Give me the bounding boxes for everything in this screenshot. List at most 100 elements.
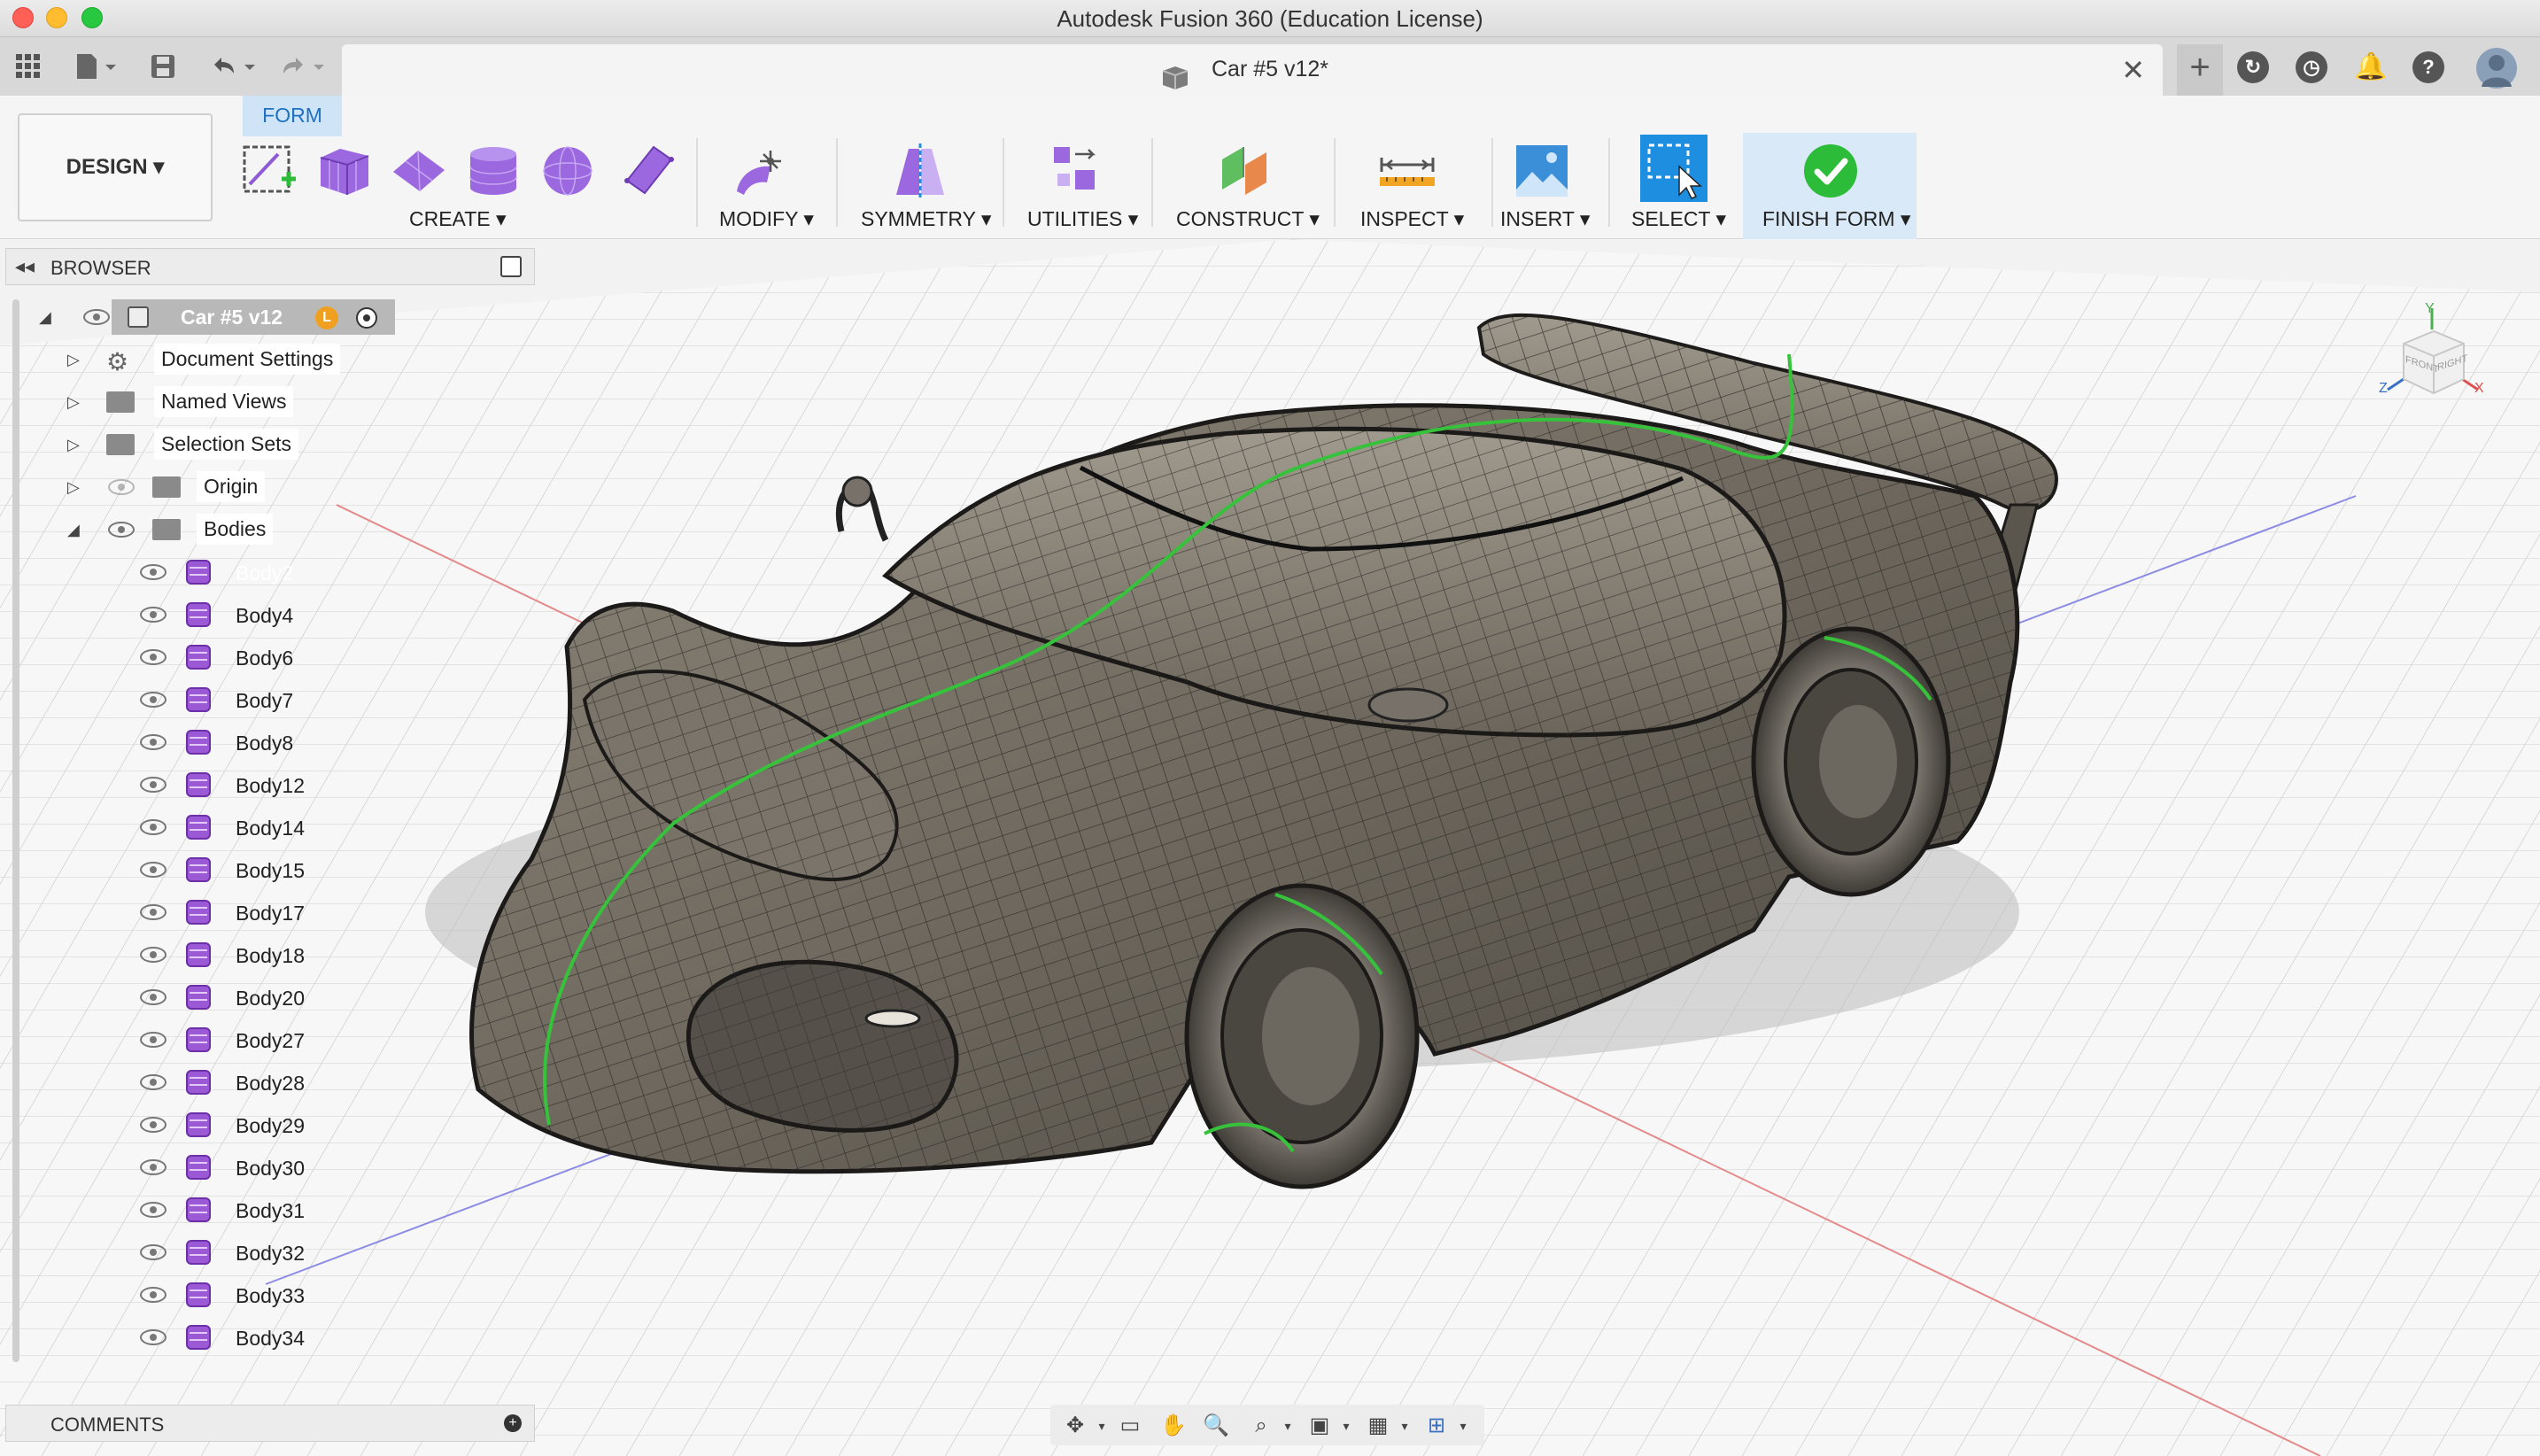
look-at-icon[interactable]: ▭ — [1118, 1413, 1142, 1438]
redo-icon[interactable] — [275, 49, 331, 84]
chevron-down-icon[interactable]: ▾ — [1392, 1413, 1417, 1438]
zoom-icon[interactable]: 🔍 — [1203, 1413, 1229, 1438]
construct-menu[interactable]: CONSTRUCT ▾ — [1176, 207, 1320, 231]
body-row[interactable]: Body28 — [133, 1065, 328, 1100]
browser-item-selection-sets[interactable]: ▷ Selection Sets — [62, 427, 363, 462]
visibility-eye-icon[interactable] — [140, 819, 166, 835]
body-row[interactable]: Body27 — [133, 1022, 328, 1057]
create-sketch-icon[interactable] — [239, 140, 301, 202]
body-row[interactable]: Body20 — [133, 980, 328, 1015]
measure-icon[interactable] — [1376, 140, 1438, 202]
symmetry-icon[interactable] — [889, 140, 951, 202]
body-row[interactable]: Body32 — [133, 1235, 328, 1270]
browser-item-named-views[interactable]: ▷ Named Views — [62, 384, 363, 420]
chevron-down-icon[interactable]: ▾ — [1089, 1413, 1114, 1438]
notifications-bell-icon[interactable]: 🔔 — [2354, 51, 2387, 83]
plane-icon[interactable] — [388, 140, 450, 202]
pan-hand-icon[interactable]: ✋ — [1160, 1413, 1187, 1438]
fit-zoom-icon[interactable]: ⌕ — [1249, 1413, 1274, 1438]
add-comment-icon[interactable]: + — [504, 1414, 522, 1432]
app-grid-icon[interactable] — [12, 49, 44, 84]
face-icon[interactable] — [618, 140, 680, 202]
select-menu[interactable]: SELECT ▾ — [1631, 207, 1726, 231]
help-icon[interactable]: ? — [2412, 51, 2444, 83]
user-avatar[interactable] — [2476, 48, 2517, 89]
orbit-icon[interactable]: ✥ — [1063, 1413, 1088, 1438]
visibility-eye-icon[interactable] — [140, 1032, 166, 1048]
browser-minimize-button[interactable] — [500, 256, 522, 277]
chevron-down-icon[interactable]: ▾ — [1451, 1413, 1475, 1438]
undo-icon[interactable] — [205, 49, 262, 84]
body-row[interactable]: Body8 — [133, 724, 328, 760]
save-icon[interactable] — [145, 49, 181, 84]
visibility-eye-icon[interactable] — [140, 1074, 166, 1090]
close-tab-icon[interactable]: ✕ — [2121, 53, 2145, 87]
viewcube[interactable]: Y Z X FRONT RIGHT — [2379, 301, 2485, 411]
body-row[interactable]: Body18 — [133, 937, 328, 972]
visibility-eye-icon[interactable] — [140, 692, 166, 708]
body-row[interactable]: Body12 — [133, 767, 328, 802]
browser-root-node[interactable]: ◢ Car #5 v12 L — [35, 299, 399, 335]
job-status-icon[interactable]: ↻ — [2237, 51, 2269, 83]
chevron-down-icon[interactable]: ▾ — [1275, 1413, 1300, 1438]
chevron-down-icon[interactable]: ▾ — [1334, 1413, 1359, 1438]
collapse-panel-icon[interactable]: ◂◂ — [15, 255, 35, 278]
hidden-eye-icon[interactable] — [108, 479, 135, 495]
construct-plane-icon[interactable] — [1213, 140, 1275, 202]
visibility-eye-icon[interactable] — [140, 1329, 166, 1345]
body-row[interactable]: Body2 — [133, 554, 328, 590]
visibility-eye-icon[interactable] — [140, 777, 166, 793]
visibility-eye-icon[interactable] — [140, 1287, 166, 1303]
insert-image-icon[interactable] — [1511, 140, 1573, 202]
visibility-eye-icon[interactable] — [108, 522, 135, 538]
expand-arrow-icon[interactable]: ▷ — [67, 393, 80, 412]
viewport-canvas[interactable] — [0, 239, 2540, 1456]
utilities-menu[interactable]: UTILITIES ▾ — [1027, 207, 1138, 231]
browser-item-bodies[interactable]: ◢ Bodies — [62, 512, 363, 547]
body-row[interactable]: Body15 — [133, 852, 328, 887]
viewports-icon[interactable]: ⊞ — [1424, 1413, 1449, 1438]
select-icon[interactable] — [1640, 135, 1708, 202]
grid-settings-icon[interactable]: ▦ — [1366, 1413, 1390, 1438]
browser-scrollbar[interactable] — [12, 299, 19, 1362]
visibility-eye-icon[interactable] — [140, 1202, 166, 1218]
body-row[interactable]: Body34 — [133, 1320, 328, 1355]
symmetry-menu[interactable]: SYMMETRY ▾ — [861, 207, 991, 231]
body-row[interactable]: Body4 — [133, 597, 328, 632]
display-settings-icon[interactable]: ▣ — [1307, 1413, 1332, 1438]
visibility-eye-icon[interactable] — [140, 734, 166, 750]
body-row[interactable]: Body6 — [133, 639, 328, 675]
collapse-arrow-icon[interactable]: ◢ — [67, 521, 80, 539]
browser-item-origin[interactable]: ▷ Origin — [62, 469, 363, 505]
cylinder-icon[interactable] — [462, 140, 524, 202]
body-row[interactable]: Body33 — [133, 1277, 328, 1313]
modify-menu[interactable]: MODIFY ▾ — [719, 207, 814, 231]
tab-form[interactable]: FORM — [243, 96, 342, 136]
file-menu-icon[interactable] — [69, 49, 122, 84]
visibility-eye-icon[interactable] — [140, 862, 166, 878]
utilities-icon[interactable] — [1045, 140, 1107, 202]
visibility-eye-icon[interactable] — [140, 564, 166, 580]
create-menu[interactable]: CREATE ▾ — [409, 207, 507, 231]
body-row[interactable]: Body31 — [133, 1192, 328, 1228]
body-row[interactable]: Body29 — [133, 1107, 328, 1142]
visibility-eye-icon[interactable] — [140, 904, 166, 920]
activate-radio-icon[interactable] — [356, 307, 377, 329]
visibility-eye-icon[interactable] — [140, 607, 166, 623]
browser-item-document-settings[interactable]: ▷ ⚙ Document Settings — [62, 342, 363, 377]
expand-arrow-icon[interactable]: ▷ — [67, 351, 80, 369]
visibility-eye-icon[interactable] — [140, 1117, 166, 1133]
visibility-eye-icon[interactable] — [140, 649, 166, 665]
expand-arrow-icon[interactable]: ▷ — [67, 478, 80, 497]
finish-form-checkmark-icon[interactable] — [1800, 140, 1862, 202]
visibility-eye-icon[interactable] — [140, 947, 166, 963]
box-icon[interactable] — [314, 140, 376, 202]
edit-form-icon[interactable] — [732, 140, 794, 202]
visibility-eye-icon[interactable] — [140, 989, 166, 1005]
body-row[interactable]: Body14 — [133, 809, 328, 845]
document-tab[interactable]: Car #5 v12* ✕ — [342, 44, 2163, 96]
inspect-menu[interactable]: INSPECT ▾ — [1360, 207, 1464, 231]
body-row[interactable]: Body7 — [133, 682, 328, 717]
history-clock-icon[interactable]: ◷ — [2296, 51, 2327, 83]
visibility-eye-icon[interactable] — [140, 1159, 166, 1175]
